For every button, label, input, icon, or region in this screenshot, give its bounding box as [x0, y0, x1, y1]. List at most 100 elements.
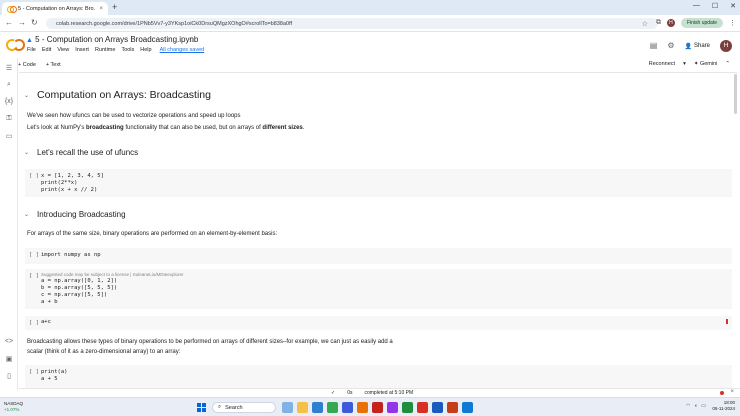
menu-tools[interactable]: Tools [121, 47, 134, 53]
browser-menu-icon[interactable]: ⋮ [729, 19, 736, 27]
table-of-contents-icon[interactable]: ☰ [4, 64, 14, 72]
cell-source[interactable]: print(a) a + 5 [41, 369, 68, 383]
code-line: a + 5 [41, 376, 58, 382]
cell-source[interactable]: import numpy as np [41, 252, 101, 259]
taskbar-search-label: Search [225, 404, 243, 411]
collapse-chevron-icon[interactable]: ⌄ [24, 211, 29, 218]
window-controls: — ☐ ✕ [693, 2, 736, 10]
save-status[interactable]: All changes saved [160, 47, 205, 53]
code-cell-arrays[interactable]: [ ] Suggested code may be subject to a l… [25, 269, 732, 309]
secrets-key-icon[interactable]: ⚿ [4, 115, 14, 123]
code-cell-ufuncs[interactable]: [ ] x = [1, 2, 3, 4, 5] print(2**x) print(… [25, 169, 732, 197]
run-cell-button[interactable]: [ ] [29, 369, 39, 375]
status-elapsed: 0s [347, 390, 353, 396]
tab-close-icon[interactable]: × [99, 6, 103, 12]
chrome-browser-icon[interactable] [327, 402, 338, 413]
run-cell-button[interactable]: [ ] [29, 252, 39, 258]
url-text[interactable]: colab.research.google.com/drive/1PNb5Vv7… [56, 21, 642, 27]
taskbar-search[interactable]: ⌕ Search [212, 402, 276, 413]
files-folder-icon[interactable]: ▭ [4, 132, 14, 140]
account-avatar[interactable]: H [720, 40, 732, 52]
menu-edit[interactable]: Edit [42, 47, 51, 53]
purple-app-icon[interactable] [387, 402, 398, 413]
execution-status-bar: ✓ 0s completed at 5:10 PM × [19, 388, 740, 397]
run-cell-button[interactable]: [ ] [29, 273, 39, 279]
browser-profile-avatar[interactable]: H [666, 19, 675, 27]
star-notebook-icon[interactable]: ☆ [188, 36, 194, 44]
code-line: a = np.array([0, 1, 2]) [41, 278, 118, 284]
reload-icon[interactable]: ↻ [31, 18, 38, 28]
code-snippets-icon[interactable]: <> [4, 338, 14, 345]
edge-browser-icon[interactable] [312, 402, 323, 413]
widgets-app-icon[interactable] [282, 402, 293, 413]
word-app-icon[interactable] [432, 402, 443, 413]
add-code-button[interactable]: + Code [18, 62, 36, 68]
toolbar-right: Reconnect ▾ ✦ Gemini ⌃ [649, 61, 730, 67]
run-cell-button[interactable]: [ ] [29, 173, 39, 179]
maximize-icon[interactable]: ☐ [712, 2, 718, 10]
menu-help[interactable]: Help [140, 47, 151, 53]
add-text-button[interactable]: + Text [46, 62, 61, 68]
notebook-title-text[interactable]: 5 - Computation on Arrays Broadcasting.i… [35, 35, 198, 44]
file-explorer-icon[interactable] [297, 402, 308, 413]
cell-source[interactable]: Suggested code may be subject to a licen… [41, 271, 184, 306]
wifi-icon[interactable]: ◠ [686, 403, 690, 409]
subheading-recall-ufuncs: ⌄ Let's recall the use of ufuncs [24, 148, 138, 157]
share-button[interactable]: 👤 Share [685, 43, 711, 50]
cell-source[interactable]: a+c [41, 319, 51, 326]
menu-file[interactable]: File [27, 47, 36, 53]
menu-insert[interactable]: Insert [75, 47, 89, 53]
battery-icon[interactable]: ▭ [701, 403, 706, 409]
notebook-scrollbar[interactable] [734, 74, 737, 114]
minimize-icon[interactable]: — [693, 2, 700, 10]
reconnect-button[interactable]: Reconnect [649, 61, 675, 67]
command-palette-icon[interactable]: ▣ [4, 355, 14, 363]
code-cell-a-plus-c[interactable]: [ ] a+c [25, 316, 732, 330]
settings-gear-icon[interactable]: ⚙ [667, 42, 674, 50]
search-magnifier-icon: ⌕ [218, 404, 222, 410]
comments-icon[interactable]: ▤ [650, 42, 658, 50]
variables-icon[interactable]: {x} [4, 98, 14, 105]
gemini-label: Gemini [699, 61, 718, 67]
new-tab-button[interactable]: + [112, 3, 117, 12]
media-app-icon[interactable] [357, 402, 368, 413]
close-window-icon[interactable]: ✕ [730, 2, 736, 10]
green-app-icon[interactable] [402, 402, 413, 413]
stock-ticker-widget[interactable]: NASDAQ +1.07% [4, 401, 23, 413]
windows-start-icon[interactable] [197, 403, 206, 412]
notebook-toolbar: + Code + Text Reconnect ▾ ✦ Gemini ⌃ [18, 59, 740, 71]
red-app-icon[interactable] [372, 402, 383, 413]
terminal-icon[interactable]: ▯ [4, 372, 14, 380]
forward-icon[interactable]: → [18, 18, 26, 28]
menu-view[interactable]: View [57, 47, 69, 53]
cell-source[interactable]: x = [1, 2, 3, 4, 5] print(2**x) print(x + … [41, 173, 104, 194]
runtime-dropdown-icon[interactable]: ▾ [683, 61, 686, 67]
address-bar-row: ← → ↻ colab.research.google.com/drive/1P… [0, 15, 740, 32]
extensions-icon[interactable]: ⧉ [656, 19, 661, 27]
gemini-button[interactable]: ✦ Gemini [694, 61, 718, 67]
notebook-title[interactable]: ▲ 5 - Computation on Arrays Broadcasting… [26, 35, 198, 44]
outlook-app-icon[interactable] [462, 402, 473, 413]
store-app-icon[interactable] [342, 402, 353, 413]
volume-icon[interactable]: ◖ [694, 403, 697, 409]
finish-update-button[interactable]: Finish update [680, 18, 723, 28]
left-sidebar-rail: ☰ ⌕ {x} ⚿ ▭ <> ▣ ▯ [0, 58, 18, 390]
browser-tab[interactable]: 5 - Computation on Arrays: Bro... × [2, 2, 108, 15]
run-cell-button[interactable]: [ ] [29, 320, 39, 326]
search-icon[interactable]: ⌕ [4, 81, 14, 89]
clock-date: 05-11-2024 [712, 406, 735, 411]
colab-logo-icon[interactable] [6, 39, 25, 51]
collapse-chevron-icon[interactable]: ⌄ [24, 149, 29, 156]
collapse-toolbar-icon[interactable]: ⌃ [725, 61, 730, 67]
powerpoint-app-icon[interactable] [447, 402, 458, 413]
code-cell-scalar[interactable]: [ ] print(a) a + 5 [25, 365, 732, 388]
office-app-icon[interactable] [417, 402, 428, 413]
status-close-icon[interactable]: × [730, 389, 734, 395]
code-cell-import[interactable]: [ ] import numpy as np [25, 248, 732, 264]
collapse-chevron-icon[interactable]: ⌄ [24, 92, 29, 99]
system-clock[interactable]: 18:00 05-11-2024 [712, 400, 735, 412]
menu-runtime[interactable]: Runtime [95, 47, 115, 53]
back-icon[interactable]: ← [5, 18, 13, 28]
url-bar[interactable]: colab.research.google.com/drive/1PNb5Vv7… [46, 18, 658, 29]
bookmark-star-icon[interactable]: ☆ [642, 20, 648, 28]
